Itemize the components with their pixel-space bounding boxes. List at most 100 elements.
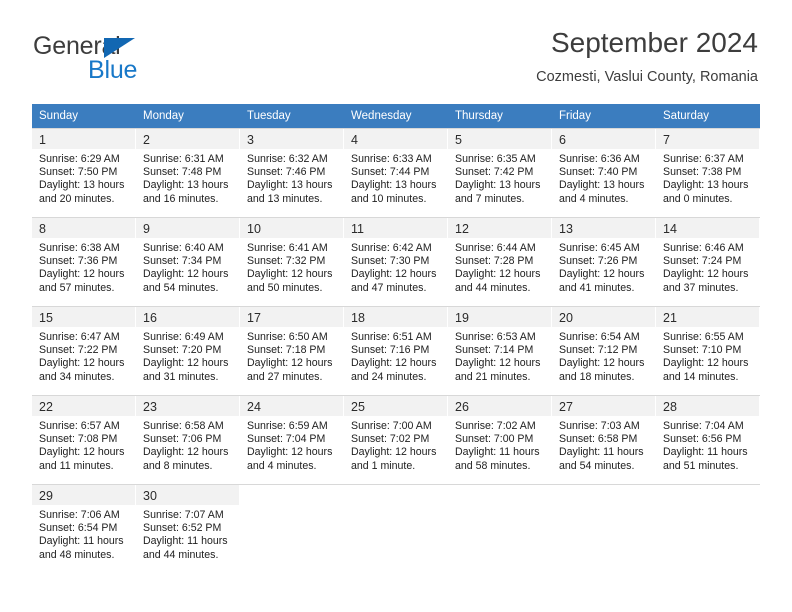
day-cell[interactable]: 24 Sunrise: 6:59 AM Sunset: 7:04 PM Dayl… (240, 396, 344, 484)
day-number-bar: 9 (136, 218, 239, 238)
day-number: 25 (351, 400, 365, 414)
day-cell[interactable]: 4 Sunrise: 6:33 AM Sunset: 7:44 PM Dayli… (344, 129, 448, 217)
day-number: 27 (559, 400, 573, 414)
sunrise-text: Sunrise: 6:37 AM (663, 153, 744, 165)
day-details: Sunrise: 6:29 AM Sunset: 7:50 PM Dayligh… (32, 149, 135, 206)
day-details: Sunrise: 6:57 AM Sunset: 7:08 PM Dayligh… (32, 416, 135, 473)
brand-name-blue: Blue (88, 56, 138, 84)
sunset-text: Sunset: 7:08 PM (39, 433, 118, 446)
sunrise-text: Sunrise: 6:35 AM (455, 153, 536, 165)
day-cell[interactable]: 1 Sunrise: 6:29 AM Sunset: 7:50 PM Dayli… (32, 129, 136, 217)
daylight-text-line2: and 7 minutes. (455, 192, 525, 205)
sunset-text: Sunset: 7:28 PM (455, 255, 534, 268)
sunset-text: Sunset: 7:50 PM (39, 166, 118, 179)
sunrise-text: Sunrise: 6:38 AM (39, 242, 120, 254)
day-number-bar: 26 (448, 396, 551, 416)
day-cell[interactable]: 29 Sunrise: 7:06 AM Sunset: 6:54 PM Dayl… (32, 485, 136, 573)
day-cell-empty (656, 485, 760, 573)
sunrise-text: Sunrise: 7:02 AM (455, 420, 536, 432)
day-number-bar: 11 (344, 218, 447, 238)
daylight-text-line1: Daylight: 12 hours (455, 357, 541, 370)
sunrise-text: Sunrise: 6:33 AM (351, 153, 432, 165)
day-cell[interactable]: 15 Sunrise: 6:47 AM Sunset: 7:22 PM Dayl… (32, 307, 136, 395)
day-number-bar: 27 (552, 396, 655, 416)
sunrise-text: Sunrise: 7:03 AM (559, 420, 640, 432)
day-cell[interactable]: 25 Sunrise: 7:00 AM Sunset: 7:02 PM Dayl… (344, 396, 448, 484)
day-cell[interactable]: 27 Sunrise: 7:03 AM Sunset: 6:58 PM Dayl… (552, 396, 656, 484)
day-number: 8 (39, 222, 46, 236)
day-number-bar: 18 (344, 307, 447, 327)
daylight-text-line1: Daylight: 12 hours (351, 268, 437, 281)
day-cell-empty (240, 485, 344, 573)
day-cell-empty (448, 485, 552, 573)
daylight-text-line1: Daylight: 13 hours (351, 179, 437, 192)
sunrise-text: Sunrise: 6:49 AM (143, 331, 224, 343)
sunset-text: Sunset: 7:18 PM (247, 344, 326, 357)
day-details: Sunrise: 6:59 AM Sunset: 7:04 PM Dayligh… (240, 416, 343, 473)
daylight-text-line2: and 20 minutes. (39, 192, 115, 205)
weekday-header-saturday: Saturday (663, 110, 710, 122)
day-cell[interactable]: 14 Sunrise: 6:46 AM Sunset: 7:24 PM Dayl… (656, 218, 760, 306)
daylight-text-line1: Daylight: 12 hours (663, 268, 749, 281)
day-number: 11 (351, 222, 364, 236)
sunset-text: Sunset: 7:30 PM (351, 255, 430, 268)
daylight-text-line1: Daylight: 12 hours (559, 357, 645, 370)
sunrise-text: Sunrise: 7:00 AM (351, 420, 432, 432)
day-cell[interactable]: 22 Sunrise: 6:57 AM Sunset: 7:08 PM Dayl… (32, 396, 136, 484)
day-cell[interactable]: 28 Sunrise: 7:04 AM Sunset: 6:56 PM Dayl… (656, 396, 760, 484)
day-cell[interactable]: 5 Sunrise: 6:35 AM Sunset: 7:42 PM Dayli… (448, 129, 552, 217)
day-number: 19 (455, 311, 469, 325)
daylight-text-line1: Daylight: 11 hours (143, 535, 228, 548)
daylight-text-line1: Daylight: 12 hours (39, 446, 125, 459)
day-cell[interactable]: 6 Sunrise: 6:36 AM Sunset: 7:40 PM Dayli… (552, 129, 656, 217)
daylight-text-line1: Daylight: 12 hours (143, 357, 229, 370)
day-cell[interactable]: 10 Sunrise: 6:41 AM Sunset: 7:32 PM Dayl… (240, 218, 344, 306)
day-cell[interactable]: 16 Sunrise: 6:49 AM Sunset: 7:20 PM Dayl… (136, 307, 240, 395)
sunset-text: Sunset: 7:12 PM (559, 344, 638, 357)
day-cell[interactable]: 7 Sunrise: 6:37 AM Sunset: 7:38 PM Dayli… (656, 129, 760, 217)
day-cell[interactable]: 19 Sunrise: 6:53 AM Sunset: 7:14 PM Dayl… (448, 307, 552, 395)
day-cell[interactable]: 20 Sunrise: 6:54 AM Sunset: 7:12 PM Dayl… (552, 307, 656, 395)
day-cell[interactable]: 2 Sunrise: 6:31 AM Sunset: 7:48 PM Dayli… (136, 129, 240, 217)
sunset-text: Sunset: 7:34 PM (143, 255, 222, 268)
day-number: 24 (247, 400, 261, 414)
sunrise-text: Sunrise: 7:06 AM (39, 509, 120, 521)
day-cell[interactable]: 23 Sunrise: 6:58 AM Sunset: 7:06 PM Dayl… (136, 396, 240, 484)
day-cell[interactable]: 17 Sunrise: 6:50 AM Sunset: 7:18 PM Dayl… (240, 307, 344, 395)
calendar-page: General Blue September 2024 Cozmesti, Va… (0, 0, 792, 612)
daylight-text-line2: and 13 minutes. (247, 192, 323, 205)
day-number-bar: 12 (448, 218, 551, 238)
day-number: 16 (143, 311, 157, 325)
day-number: 28 (663, 400, 677, 414)
day-number: 20 (559, 311, 573, 325)
day-cell[interactable]: 21 Sunrise: 6:55 AM Sunset: 7:10 PM Dayl… (656, 307, 760, 395)
sunrise-text: Sunrise: 6:59 AM (247, 420, 328, 432)
sunset-text: Sunset: 7:06 PM (143, 433, 222, 446)
day-cell[interactable]: 8 Sunrise: 6:38 AM Sunset: 7:36 PM Dayli… (32, 218, 136, 306)
day-cell[interactable]: 11 Sunrise: 6:42 AM Sunset: 7:30 PM Dayl… (344, 218, 448, 306)
calendar-grid: Sunday Monday Tuesday Wednesday Thursday… (32, 104, 760, 573)
brand-logo[interactable]: General Blue (33, 32, 253, 86)
day-cell[interactable]: 18 Sunrise: 6:51 AM Sunset: 7:16 PM Dayl… (344, 307, 448, 395)
sunset-text: Sunset: 7:38 PM (663, 166, 742, 179)
daylight-text-line2: and 4 minutes. (247, 459, 317, 472)
day-details: Sunrise: 6:51 AM Sunset: 7:16 PM Dayligh… (344, 327, 447, 384)
page-header: General Blue September 2024 Cozmesti, Va… (0, 0, 792, 100)
day-number: 15 (39, 311, 53, 325)
day-cell[interactable]: 13 Sunrise: 6:45 AM Sunset: 7:26 PM Dayl… (552, 218, 656, 306)
sunrise-text: Sunrise: 7:04 AM (663, 420, 744, 432)
day-number-bar (656, 485, 759, 505)
day-details: Sunrise: 6:38 AM Sunset: 7:36 PM Dayligh… (32, 238, 135, 295)
daylight-text-line2: and 24 minutes. (351, 370, 427, 383)
sunset-text: Sunset: 7:24 PM (663, 255, 742, 268)
day-cell[interactable]: 30 Sunrise: 7:07 AM Sunset: 6:52 PM Dayl… (136, 485, 240, 573)
day-cell[interactable]: 3 Sunrise: 6:32 AM Sunset: 7:46 PM Dayli… (240, 129, 344, 217)
daylight-text-line1: Daylight: 12 hours (351, 446, 437, 459)
day-details: Sunrise: 7:06 AM Sunset: 6:54 PM Dayligh… (32, 505, 135, 562)
day-cell[interactable]: 12 Sunrise: 6:44 AM Sunset: 7:28 PM Dayl… (448, 218, 552, 306)
daylight-text-line1: Daylight: 11 hours (663, 446, 748, 459)
day-cell[interactable]: 26 Sunrise: 7:02 AM Sunset: 7:00 PM Dayl… (448, 396, 552, 484)
day-cell[interactable]: 9 Sunrise: 6:40 AM Sunset: 7:34 PM Dayli… (136, 218, 240, 306)
day-number: 6 (559, 133, 566, 147)
day-number-bar (552, 485, 655, 505)
